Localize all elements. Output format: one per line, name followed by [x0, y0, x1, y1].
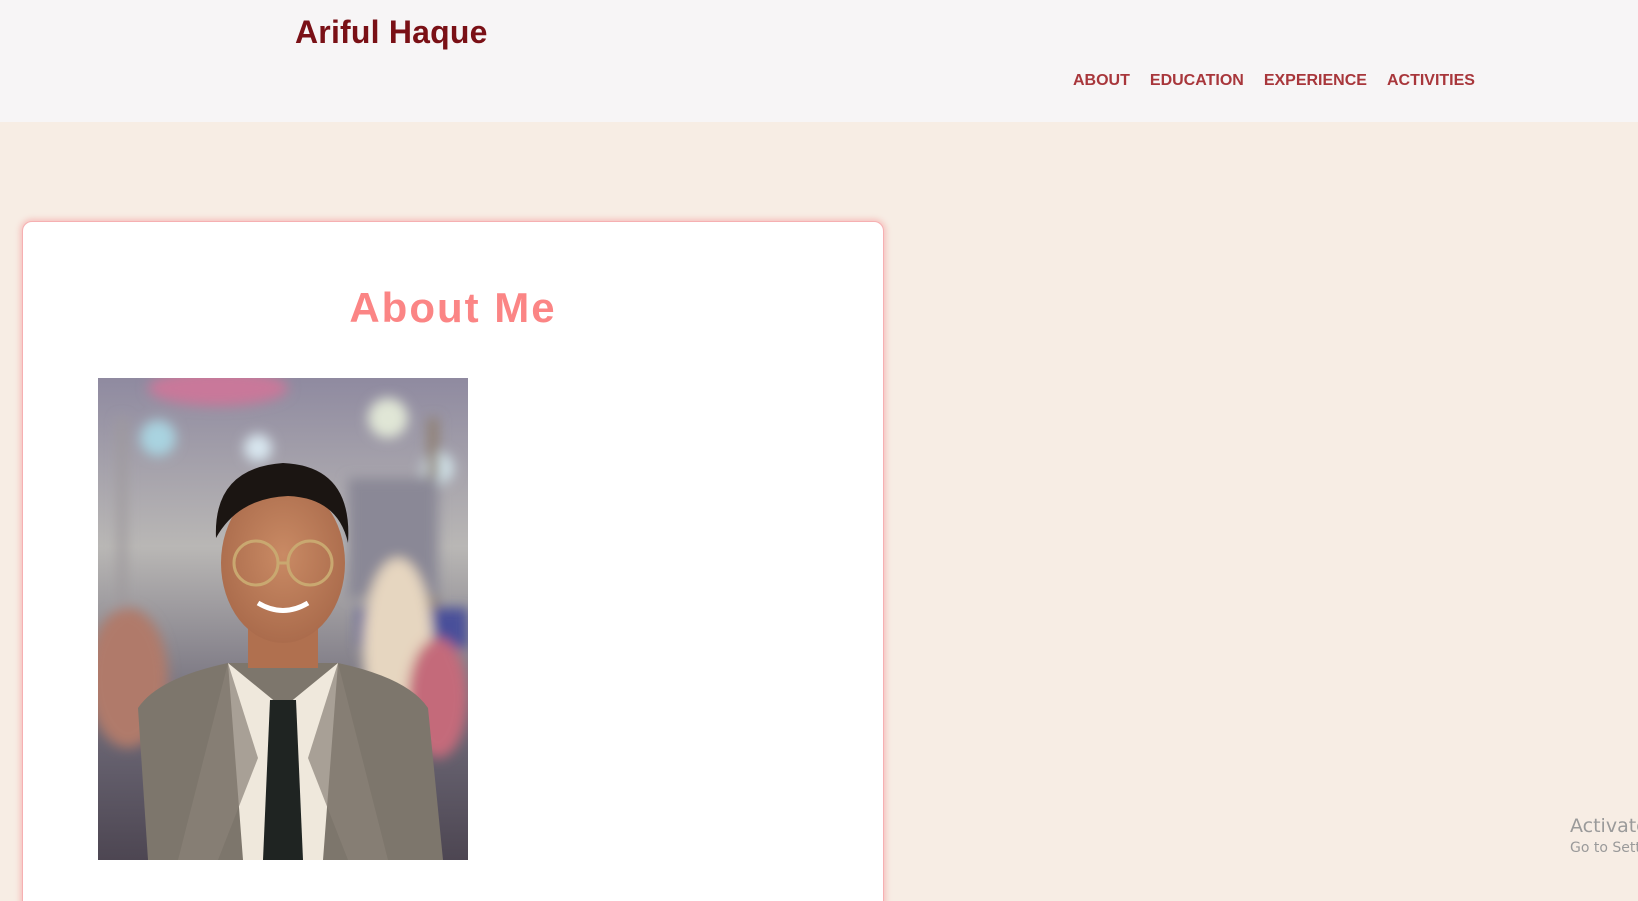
site-header: Ariful Haque ABOUT EDUCATION EXPERIENCE …	[0, 0, 1638, 122]
about-card: About Me	[22, 221, 884, 901]
windows-activation-watermark: Activate Go to Sett	[1570, 815, 1638, 856]
watermark-line-2: Go to Sett	[1570, 840, 1638, 856]
about-heading: About Me	[349, 284, 557, 331]
nav-link-about[interactable]: ABOUT	[1073, 72, 1130, 90]
profile-photo	[98, 378, 468, 860]
watermark-line-1: Activate	[1570, 815, 1638, 837]
main-nav: ABOUT EDUCATION EXPERIENCE ACTIVITIES	[1073, 72, 1475, 90]
nav-link-experience[interactable]: EXPERIENCE	[1264, 72, 1367, 90]
nav-link-activities[interactable]: ACTIVITIES	[1387, 72, 1475, 90]
nav-link-education[interactable]: EDUCATION	[1150, 72, 1244, 90]
site-title[interactable]: Ariful Haque	[295, 14, 488, 51]
